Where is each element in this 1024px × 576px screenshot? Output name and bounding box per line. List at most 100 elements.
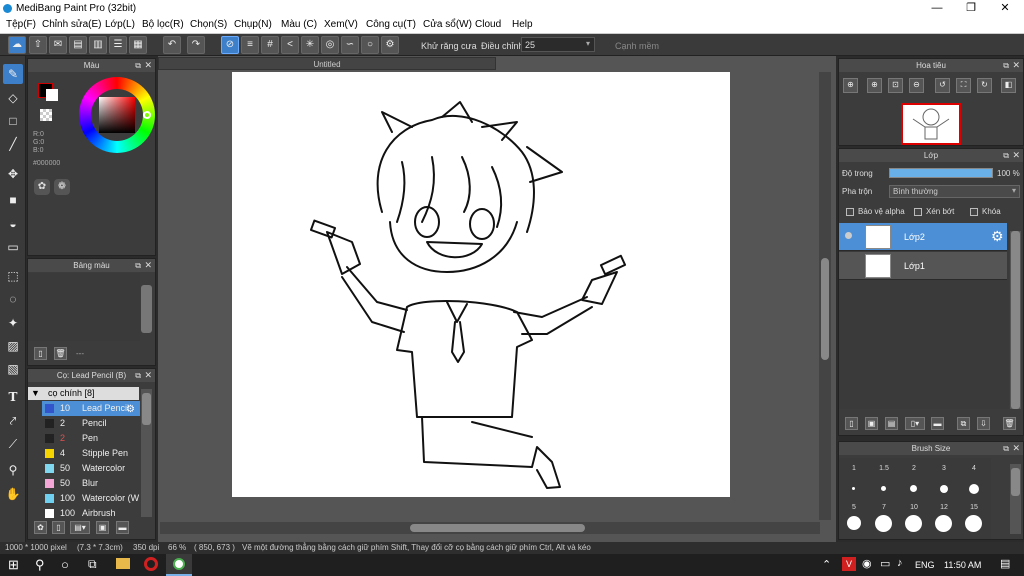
drawing-canvas[interactable] xyxy=(232,72,730,497)
tray-app-icon[interactable]: ◉ xyxy=(862,557,872,570)
saturation-square[interactable] xyxy=(99,97,135,133)
navigator-preview[interactable] xyxy=(901,103,961,145)
popout-icon[interactable]: ⧉ xyxy=(1003,59,1009,72)
brush-menu-icon[interactable]: ▤▾ xyxy=(70,521,90,534)
transparent-color-swatch[interactable] xyxy=(40,109,52,121)
antivirus-icon[interactable]: V xyxy=(842,557,856,571)
cross-snap-icon[interactable]: # xyxy=(261,36,279,54)
canvas-horizontal-scrollbar[interactable] xyxy=(160,522,820,534)
scroll-thumb[interactable] xyxy=(1011,468,1020,496)
brush-settings-icon[interactable]: ⚙ xyxy=(126,404,135,415)
brush-item-airbrush[interactable]: 100 Airbrush xyxy=(42,506,140,519)
merge-layer-icon[interactable]: ⇩ xyxy=(977,417,990,430)
brush-item-pencil[interactable]: 2 Pencil xyxy=(42,416,140,431)
brush-size-option[interactable]: 12 xyxy=(929,504,959,511)
popout-icon[interactable]: ⧉ xyxy=(135,259,141,272)
brush-group-header[interactable]: ▼ cọ chính [8] xyxy=(28,387,139,400)
close-icon[interactable]: ✕ xyxy=(1012,149,1020,162)
brush-size-option[interactable]: 4 xyxy=(959,465,989,472)
eyedropper-tool-icon[interactable]: ⚲ xyxy=(3,460,23,480)
layer-item-layer1[interactable]: Lớp1 xyxy=(839,252,1007,280)
fullscreen-icon[interactable]: ⛶ xyxy=(956,78,971,93)
menu-tools[interactable]: Công cụ(T) xyxy=(366,19,416,30)
circle-snap-icon[interactable]: ◎ xyxy=(321,36,339,54)
menu-help[interactable]: Help xyxy=(512,19,533,30)
menu-view[interactable]: Xem(V) xyxy=(324,19,358,30)
layer-settings-icon[interactable]: ⚙ xyxy=(991,228,1004,245)
close-icon[interactable]: ✕ xyxy=(1012,59,1020,72)
select-eraser-tool-icon[interactable]: ▧ xyxy=(3,359,23,379)
scroll-thumb[interactable] xyxy=(821,258,829,360)
redo-icon[interactable]: ↷ xyxy=(187,36,205,54)
menu-filter[interactable]: Bộ lọc(R) xyxy=(142,19,184,30)
new-layer-icon[interactable]: ▯ xyxy=(845,417,858,430)
rotate-right-icon[interactable]: ↻ xyxy=(977,78,992,93)
hue-ring[interactable] xyxy=(79,77,155,153)
brush-copy-icon[interactable]: ▣ xyxy=(96,521,109,534)
brush-add-icon[interactable]: ✿ xyxy=(34,521,47,534)
close-icon[interactable]: ✕ xyxy=(144,59,152,72)
brush-size-option[interactable]: 5 xyxy=(839,504,869,511)
popout-icon[interactable]: ⧉ xyxy=(1003,442,1009,455)
palette-add-icon[interactable]: ❁ xyxy=(54,179,70,195)
close-icon[interactable]: ✕ xyxy=(144,259,152,272)
palette-more[interactable]: --- xyxy=(76,349,84,358)
close-button[interactable]: ✕ xyxy=(988,0,1022,17)
brush-item-blur[interactable]: 50 Blur xyxy=(42,476,140,491)
clipping-checkbox[interactable] xyxy=(914,208,922,216)
message-icon[interactable]: ▤ xyxy=(69,36,87,54)
curve-snap-icon[interactable]: ∽ xyxy=(341,36,359,54)
palette-swatch-area[interactable] xyxy=(28,273,140,341)
protect-alpha-checkbox[interactable] xyxy=(846,208,854,216)
zoom-in-icon[interactable]: ⊕ xyxy=(843,78,858,93)
brush-size-option[interactable]: 2 xyxy=(899,465,929,472)
move-tool-icon[interactable]: ✥ xyxy=(3,164,23,184)
grid-icon[interactable]: ▦ xyxy=(129,36,147,54)
hand-tool-icon[interactable]: ✋ xyxy=(3,484,23,504)
select-pen-tool-icon[interactable]: ▨ xyxy=(3,336,23,356)
palette-scrollbar[interactable] xyxy=(141,285,152,333)
fit-icon[interactable]: ⊡ xyxy=(888,78,903,93)
menu-file[interactable]: Tệp(F) xyxy=(6,19,36,30)
menu-capture[interactable]: Chụp(N) xyxy=(234,19,272,30)
task-view-icon[interactable]: ⧉ xyxy=(88,557,97,572)
rotate-left-icon[interactable]: ↺ xyxy=(935,78,950,93)
brush-size-option[interactable]: 1.5 xyxy=(869,465,899,472)
language-indicator[interactable]: ENG xyxy=(915,560,935,570)
list-icon[interactable]: ☰ xyxy=(109,36,127,54)
add-palette-icon[interactable]: ▯ xyxy=(34,347,47,360)
parallel-snap-icon[interactable]: ≡ xyxy=(241,36,259,54)
operation-tool-icon[interactable]: ⤤ xyxy=(3,411,23,431)
network-icon[interactable]: ▭ xyxy=(880,557,890,570)
brush-item-pen[interactable]: 2 Pen xyxy=(42,431,140,446)
notifications-icon[interactable]: ▤ xyxy=(1000,557,1010,570)
no-snap-icon[interactable]: ⊘ xyxy=(221,36,239,54)
delete-layer-icon[interactable]: 🗑 xyxy=(1003,417,1016,430)
vanishing-point-icon[interactable]: < xyxy=(281,36,299,54)
brush-item-watercolor-wet[interactable]: 100 Watercolor (W xyxy=(42,491,140,506)
zoom-out-icon[interactable]: ⊖ xyxy=(909,78,924,93)
tray-arrow-icon[interactable]: ⌃ xyxy=(822,558,831,571)
popout-icon[interactable]: ⧉ xyxy=(1003,149,1009,162)
scroll-thumb[interactable] xyxy=(1011,231,1020,409)
popout-icon[interactable]: ⧉ xyxy=(135,59,141,72)
menu-select[interactable]: Chọn(S) xyxy=(190,19,227,30)
new-layer-halftone-icon[interactable]: ▤ xyxy=(885,417,898,430)
cortana-icon[interactable]: ○ xyxy=(61,557,69,572)
brush-tool-icon[interactable]: ✎ xyxy=(3,64,23,84)
menu-edit[interactable]: Chỉnh sửa(E) xyxy=(42,19,102,30)
document-icon[interactable]: ▥ xyxy=(89,36,107,54)
brush-size-option[interactable]: 7 xyxy=(869,504,899,511)
opacity-slider[interactable] xyxy=(889,168,993,178)
brush-size-option[interactable]: 10 xyxy=(899,504,929,511)
cloud-icon[interactable]: ☁ xyxy=(8,36,26,54)
menu-cloud[interactable]: Cloud xyxy=(475,19,501,30)
hue-marker[interactable] xyxy=(143,111,151,119)
duplicate-layer-icon[interactable]: ⧉ xyxy=(957,417,970,430)
gradient-tool-icon[interactable]: ▭ xyxy=(3,237,23,257)
lock-checkbox[interactable] xyxy=(970,208,978,216)
brush-size-option[interactable]: 3 xyxy=(929,465,959,472)
select-tool-icon[interactable]: ⬚ xyxy=(3,266,23,286)
divide-tool-icon[interactable]: ⟋ xyxy=(3,434,23,454)
blend-mode-select[interactable]: Bình thường ▾ xyxy=(889,185,1020,198)
